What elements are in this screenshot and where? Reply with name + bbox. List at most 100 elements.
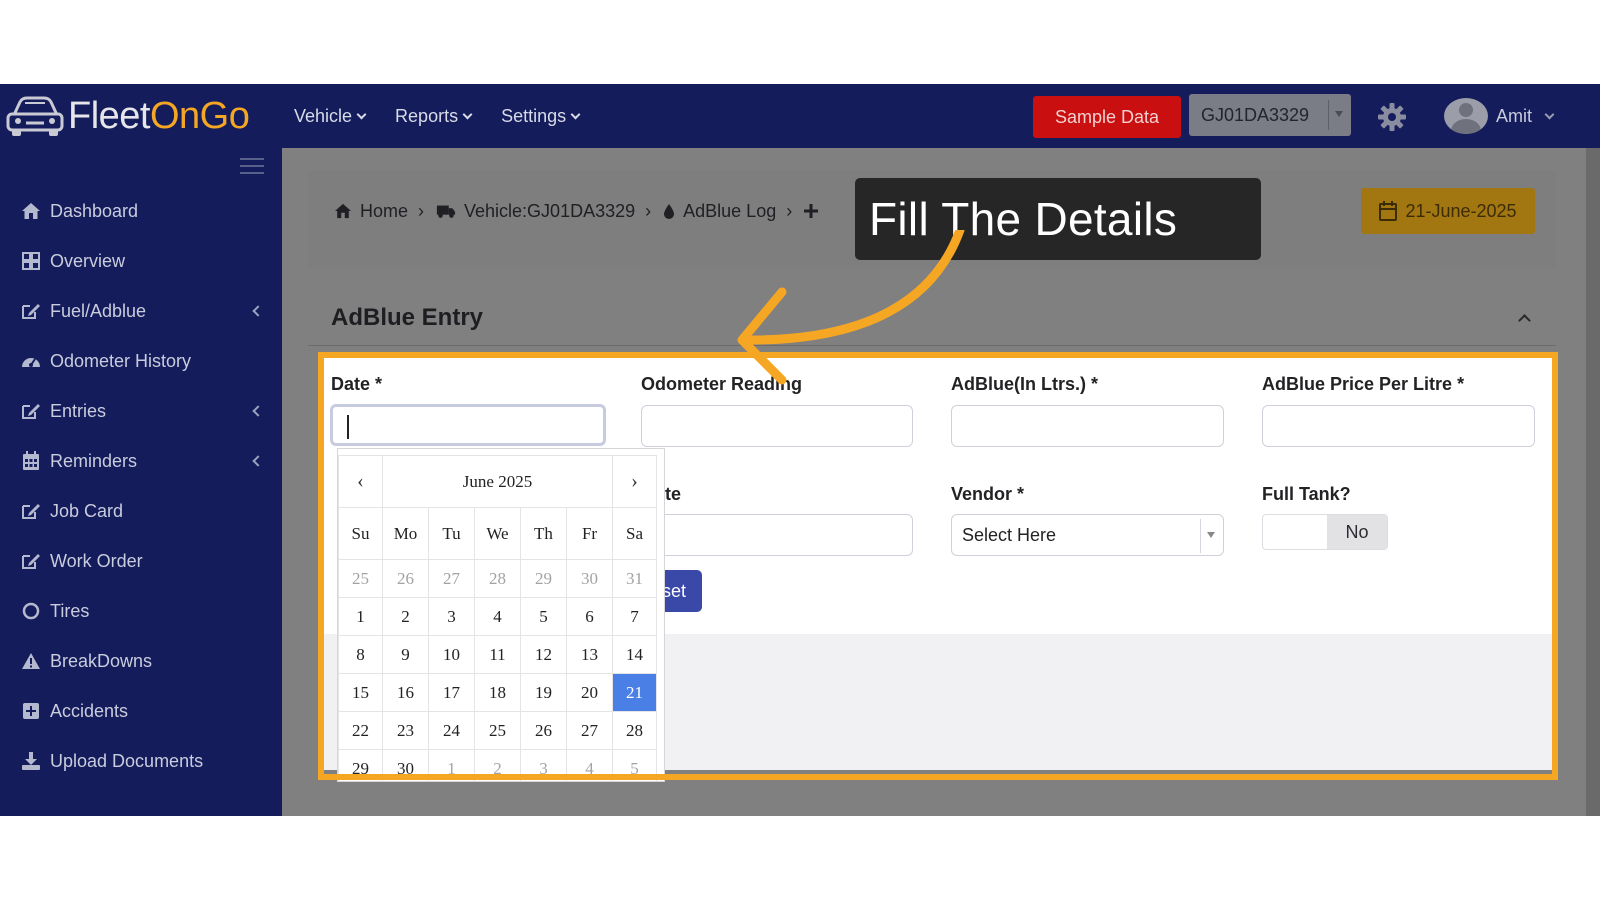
breadcrumb-separator: ›	[645, 200, 652, 221]
calendar-day-outside-month[interactable]: 28	[474, 559, 521, 598]
calendar-week-row: 8 9 10 11 12 13 14	[338, 635, 657, 674]
calendar-day[interactable]: 1	[338, 597, 383, 636]
sidebar-item-overview[interactable]: Overview	[20, 246, 270, 276]
sidebar-item-accidents[interactable]: Accidents	[20, 696, 270, 726]
calendar-day[interactable]: 27	[566, 711, 613, 750]
sidebar-item-tires[interactable]: Tires	[20, 596, 270, 626]
sidebar-item-reminders[interactable]: Reminders	[20, 446, 270, 476]
weekday-header: Th	[520, 507, 567, 560]
calendar-day-outside-month[interactable]: 4	[566, 749, 613, 781]
sidebar-item-label: Tires	[50, 600, 90, 621]
gauge-icon	[20, 350, 42, 372]
sidebar-item-fuel-adblue[interactable]: Fuel/Adblue	[20, 296, 270, 326]
gear-icon[interactable]	[1377, 102, 1407, 132]
breadcrumb-adblue-log[interactable]: AdBlue Log	[683, 201, 776, 222]
nav-reports-menu[interactable]: Reports	[395, 106, 473, 127]
calendar-day[interactable]: 11	[474, 635, 521, 674]
sidebar-item-job-card[interactable]: Job Card	[20, 496, 270, 526]
calendar-day-outside-month[interactable]: 31	[612, 559, 657, 598]
nav-settings-menu[interactable]: Settings	[501, 106, 581, 127]
vendor-select[interactable]: Select Here	[951, 514, 1224, 556]
calendar-day[interactable]: 10	[428, 635, 475, 674]
user-menu[interactable]: Amit	[1444, 96, 1555, 136]
prev-month-button[interactable]: ‹	[338, 455, 383, 508]
calendar-day[interactable]: 8	[338, 635, 383, 674]
calendar-day-selected[interactable]: 21	[612, 673, 657, 712]
sidebar-item-label: Odometer History	[50, 350, 192, 371]
odometer-reading-input[interactable]	[641, 405, 913, 447]
hamburger-menu-icon[interactable]	[240, 158, 264, 174]
calendar-day[interactable]: 15	[338, 673, 383, 712]
breadcrumb-vehicle[interactable]: Vehicle:GJ01DA3329	[464, 201, 635, 222]
calendar-day[interactable]: 4	[474, 597, 521, 636]
dropdown-arrow-icon	[1335, 111, 1343, 117]
calendar-day[interactable]: 16	[382, 673, 429, 712]
full-tank-toggle[interactable]: No	[1262, 514, 1388, 550]
calendar-day[interactable]: 25	[474, 711, 521, 750]
sidebar-item-breakdowns[interactable]: BreakDowns	[20, 646, 270, 676]
rate-input[interactable]	[641, 514, 913, 556]
vehicle-select[interactable]: GJ01DA3329	[1189, 94, 1351, 136]
calendar-day[interactable]: 6	[566, 597, 613, 636]
date-input[interactable]	[330, 404, 606, 446]
vendor-label: Vendor *	[951, 484, 1025, 504]
calendar-day-outside-month[interactable]: 1	[428, 749, 475, 781]
download-icon	[20, 750, 42, 772]
breadcrumb-separator: ›	[418, 200, 425, 221]
current-date-badge[interactable]: 21-June-2025	[1361, 188, 1535, 234]
calendar-day[interactable]: 22	[338, 711, 383, 750]
calendar-day[interactable]: 5	[520, 597, 567, 636]
calendar-day-outside-month[interactable]: 27	[428, 559, 475, 598]
sidebar-item-work-order[interactable]: Work Order	[20, 546, 270, 576]
calendar-day[interactable]: 19	[520, 673, 567, 712]
adblue-price-input[interactable]	[1262, 405, 1535, 447]
logo-text-accent: OnGo	[149, 94, 250, 137]
sidebar-item-entries[interactable]: Entries	[20, 396, 270, 426]
fleetongo-logo[interactable]: FleetOnGo	[4, 92, 250, 140]
calendar-day[interactable]: 13	[566, 635, 613, 674]
datepicker-popup: ‹ June 2025 › Su Mo Tu We Th Fr Sa 25 26 27 28 29 30…	[337, 448, 665, 782]
calendar-day-outside-month[interactable]: 26	[382, 559, 429, 598]
calendar-day[interactable]: 29	[338, 749, 383, 781]
calendar-day[interactable]: 2	[382, 597, 429, 636]
calendar-day[interactable]: 20	[566, 673, 613, 712]
weekday-header: Fr	[566, 507, 613, 560]
breadcrumb-separator: ›	[786, 200, 793, 221]
calendar-day-outside-month[interactable]: 30	[566, 559, 613, 598]
calendar-day-outside-month[interactable]: 25	[338, 559, 383, 598]
nav-vehicle-menu[interactable]: Vehicle	[294, 106, 367, 127]
truck-icon	[436, 205, 456, 218]
calendar-day[interactable]: 12	[520, 635, 567, 674]
chevron-left-icon	[252, 305, 264, 317]
adblue-litres-input[interactable]	[951, 405, 1224, 447]
calendar-week-row: 15 16 17 18 19 20 21	[338, 673, 657, 712]
calendar-day[interactable]: 3	[428, 597, 475, 636]
calendar-day[interactable]: 17	[428, 673, 475, 712]
edit-icon	[20, 500, 42, 522]
next-month-button[interactable]: ›	[612, 455, 657, 508]
calendar-day[interactable]: 18	[474, 673, 521, 712]
breadcrumb-home[interactable]: Home	[360, 201, 408, 222]
sample-data-button[interactable]: Sample Data	[1033, 96, 1181, 138]
calendar-day[interactable]: 9	[382, 635, 429, 674]
sidebar-item-dashboard[interactable]: Dashboard	[20, 196, 270, 226]
user-name: Amit	[1496, 105, 1532, 126]
calendar-day-outside-month[interactable]: 3	[520, 749, 567, 781]
calendar-day-outside-month[interactable]: 2	[474, 749, 521, 781]
calendar-day[interactable]: 7	[612, 597, 657, 636]
calendar-day-outside-month[interactable]: 29	[520, 559, 567, 598]
circle-icon	[20, 600, 42, 622]
calendar-month-label[interactable]: June 2025	[382, 455, 613, 508]
calendar-day[interactable]: 26	[520, 711, 567, 750]
calendar-day[interactable]: 23	[382, 711, 429, 750]
calendar-day-outside-month[interactable]: 5	[612, 749, 657, 781]
calendar-day[interactable]: 30	[382, 749, 429, 781]
sidebar-item-odometer-history[interactable]: Odometer History	[20, 346, 270, 376]
calendar-day[interactable]: 24	[428, 711, 475, 750]
sidebar-item-upload-documents[interactable]: Upload Documents	[20, 746, 270, 776]
calendar-icon	[20, 450, 42, 472]
weekday-header: We	[474, 507, 521, 560]
calendar-day[interactable]: 28	[612, 711, 657, 750]
calendar-day[interactable]: 14	[612, 635, 657, 674]
logo-text-prefix: Fleet	[68, 94, 150, 137]
